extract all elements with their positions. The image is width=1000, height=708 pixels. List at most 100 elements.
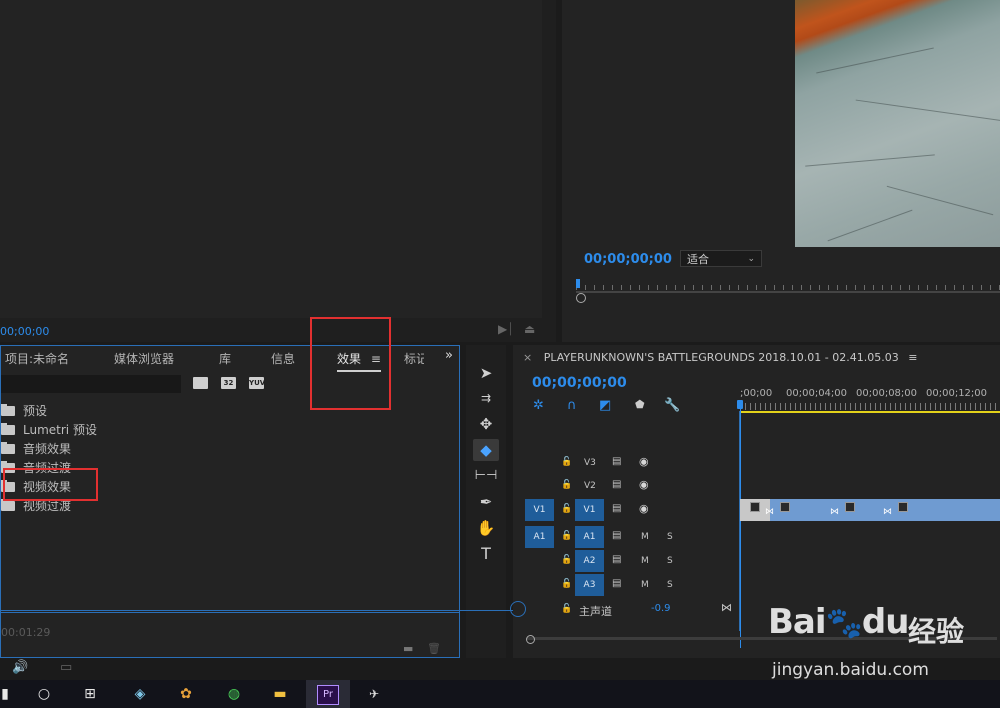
track-a3: 🔓 A3 ▤ M S [513, 574, 1000, 597]
insert-icon[interactable]: ▶⏐ [498, 322, 514, 337]
master-volume-value[interactable]: -0.9 [651, 603, 671, 614]
source-patch-v1[interactable]: V1 [525, 499, 554, 521]
sync-lock-icon[interactable]: ▤ [612, 479, 621, 490]
lock-icon[interactable]: 🔓 [561, 457, 572, 467]
program-zoom-handle[interactable] [576, 293, 586, 303]
browser-icon[interactable]: ◍ [222, 682, 246, 706]
track-target-a2[interactable]: A2 [575, 550, 604, 572]
solo-button[interactable]: S [667, 556, 673, 566]
sync-lock-icon[interactable]: ▤ [612, 554, 621, 565]
source-patch-a1[interactable]: A1 [525, 526, 554, 548]
go-to-end-icon[interactable]: ⋈ [721, 601, 732, 614]
task-view-icon[interactable]: ⊞ [78, 682, 102, 706]
close-icon[interactable]: × [523, 351, 532, 364]
pen-tool-icon[interactable]: ✒ [473, 491, 499, 513]
sequence-tab[interactable]: × PLAYERUNKNOWN'S BATTLEGROUNDS 2018.10.… [523, 351, 917, 364]
work-area-bar[interactable] [740, 411, 1000, 413]
program-zoom-scrollbar[interactable] [576, 291, 1000, 293]
mute-button[interactable]: M [641, 532, 649, 542]
message-icon[interactable]: ▭ [60, 660, 72, 675]
selection-tool-icon[interactable]: ➤ [473, 362, 499, 384]
snap-magnet-icon[interactable]: ∩ [567, 398, 577, 413]
wrench-icon[interactable]: 🔧 [664, 398, 680, 413]
guide-handle[interactable] [510, 601, 526, 617]
effects-search-input[interactable] [1, 375, 181, 393]
fit-dropdown[interactable]: 适合 ⌄ [680, 250, 762, 267]
playhead[interactable] [737, 400, 743, 409]
linked-selection-icon[interactable]: ◩ [599, 398, 611, 413]
sequence-menu-icon[interactable]: ≡ [908, 351, 917, 364]
eye-icon[interactable]: ◉ [639, 502, 649, 515]
lock-icon[interactable]: 🔓 [561, 579, 572, 589]
start-icon[interactable]: ▮ [0, 682, 10, 706]
slip-tool-icon[interactable]: ⊢⊣ [473, 465, 499, 487]
selection-guide-line [0, 610, 513, 611]
track-target-a3[interactable]: A3 [575, 574, 604, 596]
type-tool-icon[interactable]: T [473, 543, 499, 565]
transition-icon[interactable]: ⋈ [883, 507, 892, 517]
tab-libraries[interactable]: 库 [219, 350, 231, 367]
tab-project[interactable]: 项目:未命名 [5, 350, 69, 367]
hand-tool-icon[interactable]: ✋ [473, 517, 499, 539]
tree-item-lumetri-presets[interactable]: Lumetri 预设 [1, 420, 97, 439]
lock-icon[interactable]: 🔓 [561, 504, 572, 514]
new-bin-icon[interactable]: ▬ [403, 642, 413, 655]
file-explorer-icon[interactable]: ▬ [268, 682, 292, 706]
tree-item-presets[interactable]: 预设 [1, 401, 47, 420]
track-target-v1[interactable]: V1 [575, 499, 604, 521]
eye-icon[interactable]: ◉ [639, 478, 649, 491]
app-icon[interactable]: ✿ [174, 682, 198, 706]
razor-tool-icon[interactable]: ◆ [473, 439, 499, 461]
program-video-frame [795, 0, 1000, 247]
ripple-edit-tool-icon[interactable]: ✥ [473, 413, 499, 435]
fx-badge-icon [898, 502, 908, 512]
track-select-tool-icon[interactable]: ⇉ [473, 387, 499, 409]
export-frame-icon[interactable]: ⏏ [524, 322, 535, 336]
solo-button[interactable]: S [667, 532, 673, 542]
tree-item-audio-effects[interactable]: 音频效果 [1, 439, 71, 458]
tab-markers[interactable]: 标记 [404, 350, 424, 367]
tab-info[interactable]: 信息 [271, 350, 295, 367]
fit-dropdown-value: 适合 [687, 253, 709, 266]
program-time-ruler[interactable] [576, 276, 1000, 290]
program-playhead[interactable] [576, 279, 580, 288]
yuv-effects-icon[interactable]: YUV [249, 377, 265, 389]
sync-lock-icon[interactable]: ▤ [612, 456, 621, 467]
app-icon[interactable]: ◈ [128, 682, 152, 706]
timeline-zoom-handle[interactable] [526, 635, 535, 644]
folder-icon [1, 403, 15, 416]
footer-time: 00:01:29 [1, 626, 51, 639]
game-icon[interactable]: ✈ [362, 682, 386, 706]
sync-lock-icon[interactable]: ▤ [612, 578, 621, 589]
nest-icon[interactable]: ✲ [533, 398, 544, 413]
accelerated-effects-icon[interactable] [193, 377, 208, 389]
eye-icon[interactable]: ◉ [639, 455, 649, 468]
track-target-a1[interactable]: A1 [575, 526, 604, 548]
premiere-taskbar-button[interactable]: Pr [306, 680, 350, 708]
tab-media-browser[interactable]: 媒体浏览器 [114, 350, 174, 367]
mute-button[interactable]: M [641, 580, 649, 590]
timeline-timecode[interactable]: 00;00;00;00 [532, 375, 627, 391]
video-clip[interactable]: ⋈ ⋈ ⋈ [740, 499, 1000, 521]
add-marker-icon[interactable]: ⬟ [635, 398, 645, 411]
lock-icon[interactable]: 🔓 [561, 555, 572, 565]
cortana-icon[interactable]: ○ [32, 682, 56, 706]
transition-icon[interactable]: ⋈ [830, 507, 839, 517]
sync-lock-icon[interactable]: ▤ [612, 530, 621, 541]
lock-icon[interactable]: 🔓 [561, 480, 572, 490]
program-timecode[interactable]: 00;00;00;00 [584, 252, 672, 267]
transition-icon[interactable]: ⋈ [765, 507, 774, 517]
ruler-label: ;00;00 [740, 388, 773, 399]
source-timecode[interactable]: 00;00;00 [0, 325, 49, 338]
speaker-icon[interactable]: 🔊 [12, 660, 28, 675]
solo-button[interactable]: S [667, 580, 673, 590]
timeline-ruler[interactable]: ;00;00 00;00;04;00 00;00;08;00 00;00;12;… [737, 385, 1000, 648]
panel-overflow-icon[interactable]: » [445, 348, 453, 363]
track-a2: 🔓 A2 ▤ M S [513, 550, 1000, 573]
lock-icon[interactable]: 🔓 [561, 531, 572, 541]
mute-button[interactable]: M [641, 556, 649, 566]
32bit-effects-icon[interactable]: 32 [221, 377, 236, 389]
lock-icon[interactable]: 🔓 [561, 604, 572, 614]
trash-icon[interactable]: 🗑 [427, 642, 441, 655]
sync-lock-icon[interactable]: ▤ [612, 503, 621, 514]
